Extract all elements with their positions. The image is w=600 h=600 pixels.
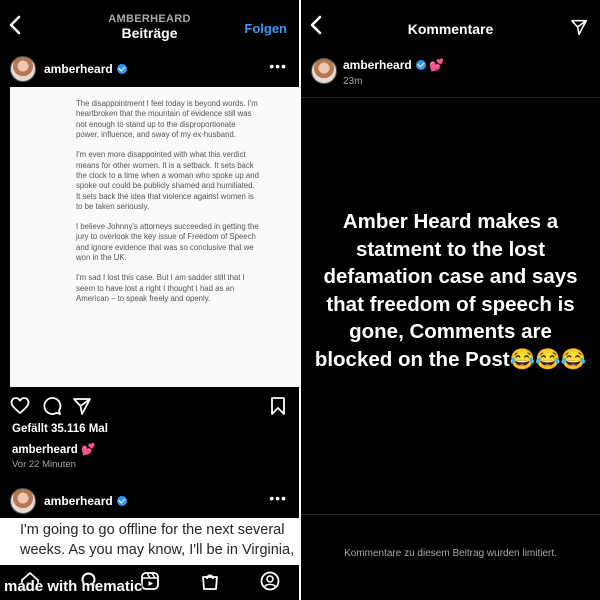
comment-time: 23m <box>343 76 363 87</box>
heart-icon[interactable] <box>10 396 30 416</box>
verified-icon <box>116 496 127 506</box>
more-icon[interactable]: ••• <box>269 490 287 506</box>
statement-paragraph: I believe Johnny's attorneys succeeded i… <box>76 222 259 263</box>
profile-icon[interactable] <box>260 571 280 591</box>
shop-icon[interactable] <box>200 571 220 591</box>
share-icon[interactable] <box>72 396 92 416</box>
bookmark-icon[interactable] <box>268 396 288 416</box>
comments-header: Kommentare <box>301 0 600 50</box>
overlay-text: Amber Heard makes a statment to the lost… <box>314 210 587 371</box>
avatar[interactable] <box>311 58 337 84</box>
posts-screen: AMBERHEARD Beiträge Folgen amberheard ••… <box>0 0 299 600</box>
posts-header: AMBERHEARD Beiträge Folgen <box>0 0 299 50</box>
post-actions <box>0 393 299 417</box>
reels-icon[interactable] <box>140 571 160 591</box>
comment-emoji: 💕 <box>429 58 444 72</box>
caption-comment: amberheard 💕 23m <box>301 50 600 98</box>
caption: amberheard 💕 <box>12 442 95 456</box>
post-username[interactable]: amberheard <box>44 62 127 76</box>
verified-icon <box>116 64 127 74</box>
post-image-statement[interactable]: The disappointment I feel today is beyon… <box>10 87 299 387</box>
page-title: Kommentare <box>407 21 494 37</box>
divider <box>301 97 600 98</box>
likes-count[interactable]: Gefällt 35.116 Mal <box>12 423 108 435</box>
post-2-text[interactable]: I'm going to go offline for the next sev… <box>0 518 299 568</box>
watermark: made with mematic <box>4 578 143 595</box>
statement-paragraph: The disappointment I feel today is beyon… <box>76 99 258 140</box>
caption-username[interactable]: amberheard <box>12 444 78 456</box>
caption-emoji: 💕 <box>81 444 96 456</box>
comments-screen: Kommentare amberheard 💕 23m Amber Heard … <box>301 0 600 600</box>
more-icon[interactable]: ••• <box>269 58 287 74</box>
comments-limited-notice: Kommentare zu diesem Beitrag wurden limi… <box>344 548 557 559</box>
statement-paragraph: I'm sad I lost this case. But I am sadde… <box>76 273 245 303</box>
post-header: amberheard ••• <box>0 50 299 86</box>
verified-icon <box>415 60 426 70</box>
avatar[interactable] <box>10 488 36 514</box>
comment-username[interactable]: amberheard 💕 <box>343 58 444 72</box>
post-header-2: amberheard ••• <box>0 482 299 518</box>
statement-paragraph: I'm even more disappointed with what thi… <box>76 150 259 212</box>
follow-button[interactable]: Folgen <box>244 21 287 36</box>
post-time: Vor 22 Minuten <box>12 459 76 470</box>
comment-icon[interactable] <box>42 396 62 416</box>
divider <box>301 514 600 515</box>
send-icon[interactable] <box>570 18 588 36</box>
avatar[interactable] <box>10 56 36 82</box>
post-username[interactable]: amberheard <box>44 494 127 508</box>
